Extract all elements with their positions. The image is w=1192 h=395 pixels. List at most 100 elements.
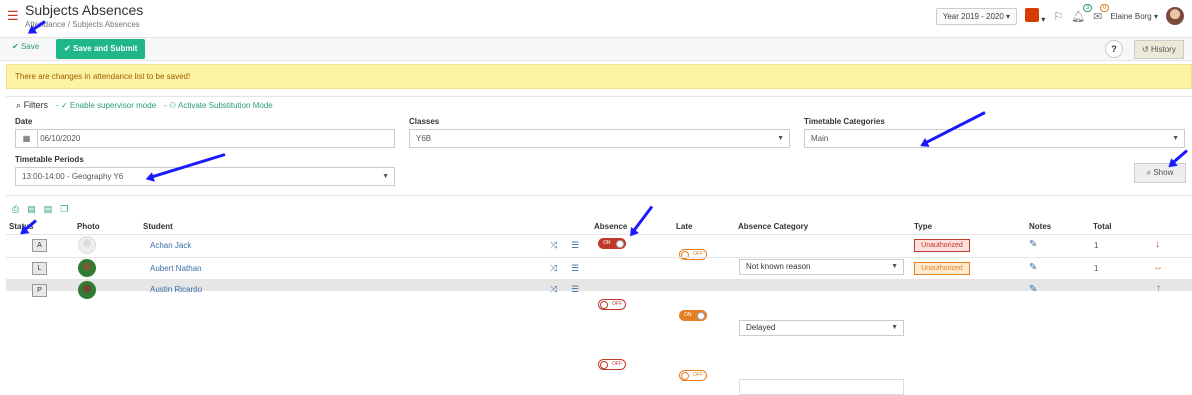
shuffle-icon[interactable]: ⤨: [550, 263, 557, 274]
shuffle-icon[interactable]: ⤨: [550, 284, 557, 295]
col-absence[interactable]: Absence: [594, 222, 627, 231]
unsaved-changes-alert: There are changes in attendance list to …: [6, 64, 1192, 89]
toggle-knob: [681, 372, 689, 380]
filters-toggle[interactable]: ⌕ Filters: [16, 100, 48, 111]
classes-select[interactable]: Y6B ▼: [409, 129, 790, 148]
substitution-label: Activate Substitution Mode: [178, 101, 273, 110]
history-label: History: [1150, 45, 1176, 54]
annotation-arrow: [630, 205, 654, 235]
avatar[interactable]: [1166, 7, 1184, 25]
avatar: [78, 281, 96, 299]
absence-category-select[interactable]: Delayed ▼: [739, 320, 904, 336]
edit-notes-icon[interactable]: ✎: [1029, 262, 1037, 273]
toggle-knob: [616, 240, 624, 248]
show-button[interactable]: ⌕ Show: [1134, 163, 1186, 183]
timetable-periods-select[interactable]: 13:00-14:00 - Geography Y6 ▼: [15, 167, 395, 186]
history-button[interactable]: ↺ History: [1134, 40, 1184, 59]
list-icon[interactable]: ☰: [571, 240, 579, 251]
toggle-knob: [600, 301, 608, 309]
table-tools: ⎙ ▤ ▤ ❐: [12, 204, 68, 215]
col-notes[interactable]: Notes: [1029, 222, 1051, 231]
export-csv-icon[interactable]: ▤: [44, 204, 53, 215]
export-excel-icon[interactable]: ▤: [27, 204, 36, 215]
absence-toggle-label: ON: [603, 240, 611, 246]
shuffle-icon[interactable]: ⤨: [550, 240, 557, 251]
save-button[interactable]: ✔ Save: [12, 42, 39, 51]
arrow-up-icon: ↑: [1156, 283, 1161, 294]
breadcrumb-sep: /: [67, 20, 70, 29]
status-badge[interactable]: A: [32, 239, 47, 252]
filters-title: Filters: [23, 100, 49, 110]
late-toggle-label: OFF: [693, 372, 703, 378]
col-type[interactable]: Type: [914, 222, 932, 231]
col-total[interactable]: Total: [1093, 222, 1112, 231]
student-name[interactable]: Aubert Nathan: [150, 264, 202, 273]
total-value: 1: [1094, 241, 1099, 250]
menu-icon[interactable]: ☰: [7, 9, 19, 22]
student-name[interactable]: Achan Jack: [150, 241, 191, 250]
office-icon: [1025, 8, 1040, 22]
status-badge[interactable]: L: [32, 262, 47, 275]
edit-notes-icon[interactable]: ✎: [1029, 239, 1037, 250]
chevron-down-icon: ▼: [891, 324, 898, 331]
timetable-periods-label: Timetable Periods: [15, 155, 84, 164]
absence-toggle[interactable]: ON: [598, 238, 626, 249]
submit-label: Save and Submit: [72, 44, 138, 53]
copy-icon[interactable]: ❐: [60, 204, 68, 215]
search-icon: ⌕: [16, 100, 22, 110]
absence-toggle[interactable]: OFF: [598, 359, 626, 370]
col-student[interactable]: Student: [143, 222, 173, 231]
classes-value: Y6B: [416, 134, 432, 143]
absence-toggle-label: OFF: [612, 361, 622, 367]
toggle-knob: [600, 361, 608, 369]
mail-badge: 0: [1100, 3, 1110, 12]
absence-toggle-label: OFF: [612, 301, 622, 307]
arrow-down-icon: ↓: [1155, 239, 1160, 250]
page-title: Subjects Absences: [25, 2, 144, 18]
edit-notes-icon[interactable]: ✎: [1029, 284, 1037, 295]
student-name[interactable]: Austin Ricardo: [150, 285, 202, 294]
mail-icon[interactable]: ✉ 0: [1093, 3, 1110, 23]
bell-icon[interactable]: 🔔︎ 3: [1071, 3, 1093, 23]
user-name: Elaine Borg: [1110, 11, 1152, 21]
timetable-categories-select[interactable]: Main ▼: [804, 129, 1185, 148]
chevron-down-icon: ▼: [382, 173, 389, 180]
help-button[interactable]: ?: [1105, 40, 1123, 58]
save-label: Save: [20, 42, 40, 51]
total-value: 1: [1094, 264, 1099, 273]
list-icon[interactable]: ☰: [571, 263, 579, 274]
col-late[interactable]: Late: [676, 222, 692, 231]
col-absence-category[interactable]: Absence Category: [738, 222, 808, 231]
date-value: 06/10/2020: [40, 134, 81, 143]
flag-icon[interactable]: ⚐: [1053, 10, 1063, 23]
date-field[interactable]: ▦ 06/10/2020: [15, 129, 395, 148]
avatar: [78, 259, 96, 277]
calendar-icon[interactable]: ▦: [16, 130, 38, 147]
type-badge: Unauthorized: [914, 239, 970, 252]
supervisor-label: Enable supervisor mode: [69, 101, 157, 110]
timetable-periods-value: 13:00-14:00 - Geography Y6: [22, 172, 124, 181]
save-and-submit-button[interactable]: ✔ Save and Submit: [56, 39, 146, 59]
print-icon[interactable]: ⎙: [12, 204, 19, 215]
type-badge: Unauthorized: [914, 262, 970, 275]
classes-label: Classes: [409, 117, 440, 126]
year-select[interactable]: Year 2019 - 2020 ▾: [935, 7, 1018, 25]
notif-badge: 3: [1082, 3, 1093, 12]
toggle-knob: [697, 312, 705, 320]
absence-toggle[interactable]: OFF: [598, 299, 626, 310]
absence-category-select[interactable]: [739, 379, 904, 395]
user-menu[interactable]: Elaine Borg ▾: [1110, 12, 1158, 21]
late-toggle[interactable]: ON: [679, 310, 707, 321]
late-toggle[interactable]: OFF: [679, 370, 707, 381]
office-menu[interactable]: ▾: [1025, 8, 1045, 24]
arrow-left-right-icon: ↔: [1153, 262, 1163, 273]
category-value: Delayed: [746, 323, 776, 332]
enable-supervisor-link[interactable]: - ✓ Enable supervisor mode: [56, 101, 156, 110]
chevron-down-icon: ▼: [777, 135, 784, 142]
list-icon[interactable]: ☰: [571, 284, 579, 295]
toolbar: [0, 37, 1192, 61]
activate-substitution-link[interactable]: - ⚇ Activate Substitution Mode: [164, 101, 273, 110]
year-label: Year 2019 - 2020: [942, 11, 1004, 21]
avatar: [78, 236, 96, 254]
col-photo[interactable]: Photo: [77, 222, 100, 231]
